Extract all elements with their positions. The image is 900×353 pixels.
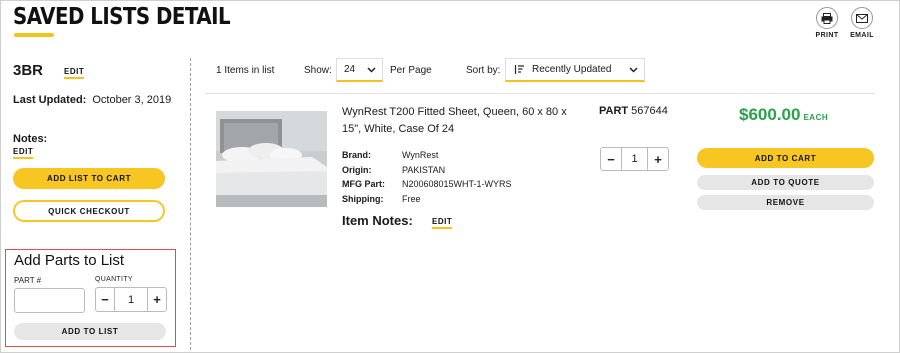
- sort-by-value: Recently Updated: [532, 64, 612, 75]
- chevron-down-icon: [629, 67, 638, 73]
- item-quantity-input[interactable]: 1: [621, 148, 648, 170]
- per-page-label: Per Page: [390, 65, 432, 76]
- list-name: 3BR: [13, 62, 44, 79]
- spec-value: N200608015WHT-1-WYRS: [402, 179, 512, 189]
- last-updated-label: Last Updated:: [13, 94, 87, 106]
- print-button[interactable]: PRINT: [812, 7, 842, 39]
- item-price-value: $600.00: [739, 105, 801, 124]
- email-button[interactable]: EMAIL: [847, 7, 877, 39]
- add-list-to-cart-button[interactable]: ADD LIST TO CART: [13, 168, 165, 189]
- spec-key: Brand:: [342, 150, 371, 160]
- spec-value: WynRest: [402, 150, 439, 160]
- part-number-label: PART #: [14, 276, 42, 285]
- item-price-unit: EACH: [803, 113, 829, 122]
- quantity-decrement-button[interactable]: −: [96, 288, 114, 311]
- show-per-page-value: 24: [344, 64, 356, 75]
- spec-row: Brand: WynRest: [342, 148, 512, 163]
- item-part-value: 567644: [631, 105, 668, 117]
- notes-edit-link[interactable]: EDIT: [13, 147, 34, 159]
- item-notes-label: Item Notes:: [342, 213, 413, 228]
- email-label: EMAIL: [850, 32, 874, 39]
- title-underline: [14, 33, 54, 37]
- add-to-cart-button[interactable]: ADD TO CART: [697, 148, 874, 168]
- quantity-label: QUANTITY: [95, 276, 133, 283]
- page-title: SAVED LISTS DETAIL: [13, 4, 231, 30]
- quantity-increment-button[interactable]: +: [148, 288, 166, 311]
- item-part-label: PART: [599, 105, 629, 117]
- product-title[interactable]: WynRest T200 Fitted Sheet, Queen, 60 x 8…: [342, 104, 582, 138]
- sort-by-select[interactable]: Recently Updated: [505, 58, 645, 82]
- spec-key: MFG Part:: [342, 179, 386, 189]
- spec-key: Origin:: [342, 164, 372, 175]
- print-label: PRINT: [815, 32, 839, 39]
- quantity-stepper: − 1 +: [95, 287, 167, 312]
- part-number-input[interactable]: [14, 288, 85, 313]
- item-quantity-stepper: − 1 +: [600, 147, 669, 171]
- quick-checkout-button[interactable]: QUICK CHECKOUT: [13, 200, 165, 222]
- list-edit-link[interactable]: EDIT: [64, 67, 85, 79]
- chevron-down-icon: [367, 67, 376, 73]
- item-price: $600.00 EACH: [739, 105, 828, 125]
- items-count: 1 Items in list: [216, 65, 275, 76]
- add-to-list-button[interactable]: ADD TO LIST: [14, 323, 166, 340]
- envelope-icon: [851, 7, 873, 29]
- add-parts-panel: Add Parts to List PART # QUANTITY − 1 + …: [5, 249, 176, 347]
- spec-key: Shipping:: [342, 193, 384, 204]
- remove-button[interactable]: REMOVE: [697, 195, 874, 210]
- spec-row: MFG Part: N200608015WHT-1-WYRS: [342, 177, 512, 192]
- last-updated-value: October 3, 2019: [92, 94, 172, 106]
- spec-value: Free: [402, 193, 421, 204]
- product-specs: Brand: WynRest Origin: PAKISTAN MFG Part: N…: [342, 148, 512, 206]
- item-part-number: PART 567644: [599, 105, 668, 117]
- sort-label: Sort by:: [466, 65, 501, 76]
- show-label: Show:: [304, 65, 332, 76]
- printer-icon: [816, 7, 838, 29]
- quantity-input[interactable]: 1: [114, 288, 148, 311]
- item-quantity-decrement-button[interactable]: −: [601, 148, 621, 170]
- item-notes-edit-link[interactable]: EDIT: [432, 217, 453, 229]
- last-updated: Last Updated: October 3, 2019: [13, 92, 173, 108]
- sort-icon: [514, 65, 524, 74]
- notes-label: Notes:: [13, 133, 48, 145]
- show-per-page-select[interactable]: 24: [336, 58, 383, 82]
- add-parts-title: Add Parts to List: [14, 252, 125, 269]
- spec-row: Origin: PAKISTAN: [342, 163, 512, 178]
- add-to-quote-button[interactable]: ADD TO QUOTE: [697, 175, 874, 190]
- product-image[interactable]: [216, 111, 327, 207]
- column-divider: [190, 58, 191, 350]
- item-quantity-increment-button[interactable]: +: [648, 148, 668, 170]
- toolbar-separator: [205, 93, 875, 94]
- spec-row: Shipping: Free: [342, 192, 512, 207]
- spec-value: PAKISTAN: [402, 164, 446, 175]
